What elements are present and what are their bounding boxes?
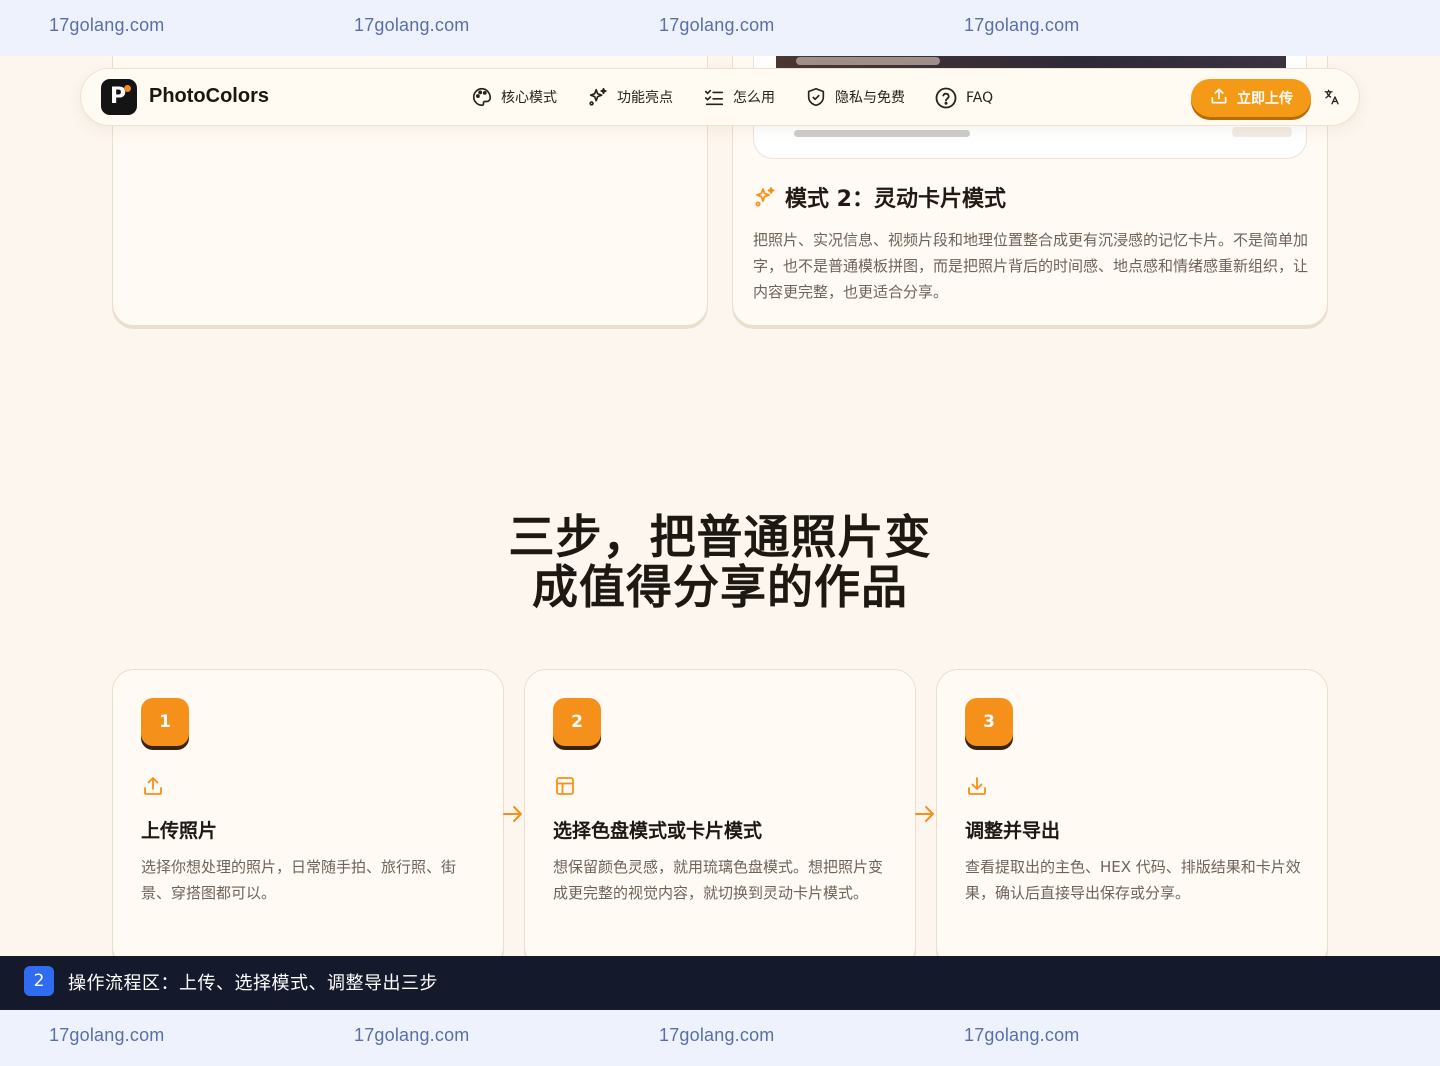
upload-now-button[interactable]: 立即上传	[1191, 79, 1311, 117]
mode-title-text: 模式 2：灵动卡片模式	[785, 187, 1006, 212]
upload-icon	[141, 774, 165, 802]
nav-item-features[interactable]: 功能亮点	[587, 86, 673, 108]
brand-name[interactable]: PhotoColors	[149, 85, 269, 108]
watermark-text: 17golang.com	[354, 15, 470, 35]
mode-card-description: 把照片、实况信息、视频片段和地理位置整合成更有沉浸感的记忆卡片。不是简单加字，也…	[753, 231, 1309, 301]
step-card-1: 1 上传照片 选择你想处理的照片，日常随手拍、旅行照、街景、穿搭图都可以。	[112, 669, 504, 969]
top-navbar: P PhotoColors 核心模式 功能亮点 怎么用 隐私与免费 FAQ 立即…	[80, 68, 1360, 126]
watermark-text: 17golang.com	[49, 1025, 165, 1045]
palette-icon	[471, 86, 493, 108]
watermark-text: 17golang.com	[964, 15, 1080, 35]
download-icon	[965, 774, 989, 802]
nav-item-faq[interactable]: FAQ	[934, 86, 993, 110]
nav-item-core-modes[interactable]: 核心模式	[471, 86, 557, 108]
brand-logo[interactable]: P	[101, 79, 137, 115]
placeholder-line	[1232, 127, 1292, 137]
nav-item-privacy[interactable]: 隐私与免费	[805, 86, 905, 108]
watermark-text: 17golang.com	[964, 1025, 1080, 1045]
nav-item-label: 功能亮点	[617, 90, 673, 106]
nav-item-label: 怎么用	[733, 90, 775, 106]
step-description: 想保留颜色灵感，就用琉璃色盘模式。想把照片变成更完整的视觉内容，就切换到灵动卡片…	[553, 858, 884, 902]
step-title: 选择色盘模式或卡片模式	[553, 820, 763, 842]
steps-section-heading: 三步，把普通照片变 成值得分享的作品	[420, 512, 1020, 612]
shield-check-icon	[805, 86, 827, 108]
watermark-bar-bottom: 17golang.com 17golang.com 17golang.com 1…	[0, 1010, 1440, 1066]
sparkles-icon	[753, 185, 777, 209]
mode-card-title: 模式 2：灵动卡片模式	[753, 181, 1006, 213]
caption-number-badge: 2	[24, 966, 54, 996]
step-card-3: 3 调整并导出 查看提取出的主色、HEX 代码、排版结果和卡片效果，确认后直接导…	[936, 669, 1328, 969]
arrow-right-icon	[914, 802, 936, 830]
checklist-icon	[703, 86, 725, 108]
step-title: 调整并导出	[965, 820, 1061, 842]
arrow-right-icon	[502, 802, 524, 830]
nav-item-how-to-use[interactable]: 怎么用	[703, 86, 775, 108]
watermark-text: 17golang.com	[49, 15, 165, 35]
step-card-2: 2 选择色盘模式或卡片模式 想保留颜色灵感，就用琉璃色盘模式。想把照片变成更完整…	[524, 669, 916, 969]
upload-icon	[1209, 86, 1229, 110]
step-number-badge: 1	[141, 698, 189, 746]
heading-line: 三步，把普通照片变	[508, 510, 932, 564]
step-description: 选择你想处理的照片，日常随手拍、旅行照、街景、穿搭图都可以。	[141, 858, 457, 902]
upload-button-label: 立即上传	[1237, 91, 1293, 107]
annotation-caption-bar: 2 操作流程区：上传、选择模式、调整导出三步	[0, 956, 1440, 1010]
caption-text: 操作流程区：上传、选择模式、调整导出三步	[68, 973, 438, 994]
translate-icon[interactable]	[1323, 88, 1341, 110]
step-number-badge: 2	[553, 698, 601, 746]
step-description: 查看提取出的主色、HEX 代码、排版结果和卡片效果，确认后直接导出保存或分享。	[965, 858, 1301, 902]
watermark-text: 17golang.com	[659, 15, 775, 35]
nav-item-label: 核心模式	[501, 90, 557, 106]
watermark-text: 17golang.com	[354, 1025, 470, 1045]
nav-item-label: FAQ	[966, 90, 994, 106]
layout-icon	[553, 774, 577, 802]
sparkles-icon	[587, 86, 609, 108]
step-title: 上传照片	[141, 820, 218, 842]
nav-item-label: 隐私与免费	[835, 90, 905, 106]
watermark-bar-top: 17golang.com 17golang.com 17golang.com 1…	[0, 0, 1440, 56]
watermark-text: 17golang.com	[659, 1025, 775, 1045]
placeholder-line	[794, 130, 970, 137]
step-number-badge: 3	[965, 698, 1013, 746]
heading-line: 成值得分享的作品	[532, 560, 908, 614]
help-circle-icon	[934, 86, 958, 110]
